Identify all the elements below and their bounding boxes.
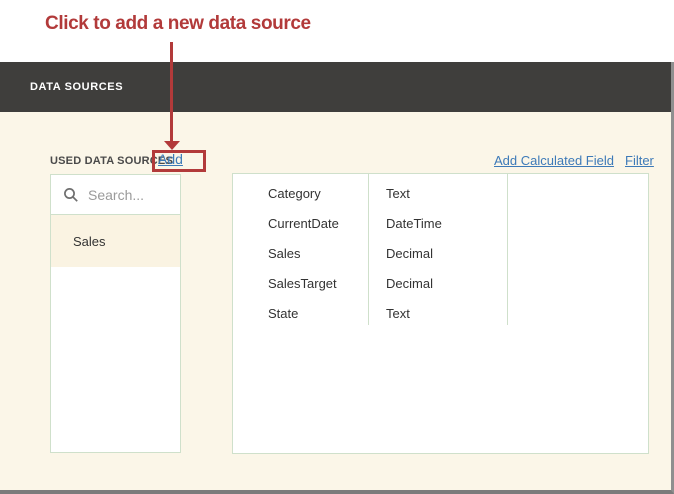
panel-titlebar: DATA SOURCES <box>0 62 671 112</box>
annotation-arrow-head-icon <box>164 141 180 150</box>
field-row[interactable]: CurrentDate DateTime <box>233 208 648 238</box>
field-list-table: Category Text CurrentDate DateTime Sales Deci… <box>232 173 649 454</box>
search-input[interactable] <box>88 186 180 203</box>
field-row[interactable]: Sales Decimal <box>233 238 648 268</box>
screenshot-canvas: Click to add a new data source DATA SOUR… <box>0 0 674 494</box>
annotation-callout-text: Click to add a new data source <box>45 13 311 34</box>
annotation-highlight-rect <box>152 150 206 172</box>
field-type: Decimal <box>386 245 433 261</box>
field-row[interactable]: State Text <box>233 298 648 328</box>
field-name: CurrentDate <box>268 215 339 231</box>
field-name: SalesTarget <box>268 275 337 291</box>
filter-link[interactable]: Filter <box>625 153 654 168</box>
field-rows-container: Category Text CurrentDate DateTime Sales Deci… <box>233 178 648 328</box>
add-calculated-field-link[interactable]: Add Calculated Field <box>494 153 614 168</box>
field-name: State <box>268 305 299 321</box>
field-type: Text <box>386 185 410 201</box>
field-row[interactable]: SalesTarget Decimal <box>233 268 648 298</box>
source-items-container: Sales <box>51 215 180 267</box>
panel-title: DATA SOURCES <box>30 81 124 93</box>
source-list-item[interactable]: Sales <box>51 215 180 267</box>
field-name: Category <box>268 185 321 201</box>
search-box[interactable] <box>51 175 180 215</box>
annotation-arrow-line <box>170 42 173 141</box>
field-type: DateTime <box>386 215 442 231</box>
field-name: Sales <box>268 245 301 261</box>
field-row[interactable]: Category Text <box>233 178 648 208</box>
search-icon <box>64 187 78 202</box>
field-type: Decimal <box>386 275 433 291</box>
field-type: Text <box>386 305 410 321</box>
used-sources-list: Sales <box>50 174 181 453</box>
data-sources-panel: DATA SOURCES USED DATA SOURCES Add Add C… <box>0 62 674 494</box>
